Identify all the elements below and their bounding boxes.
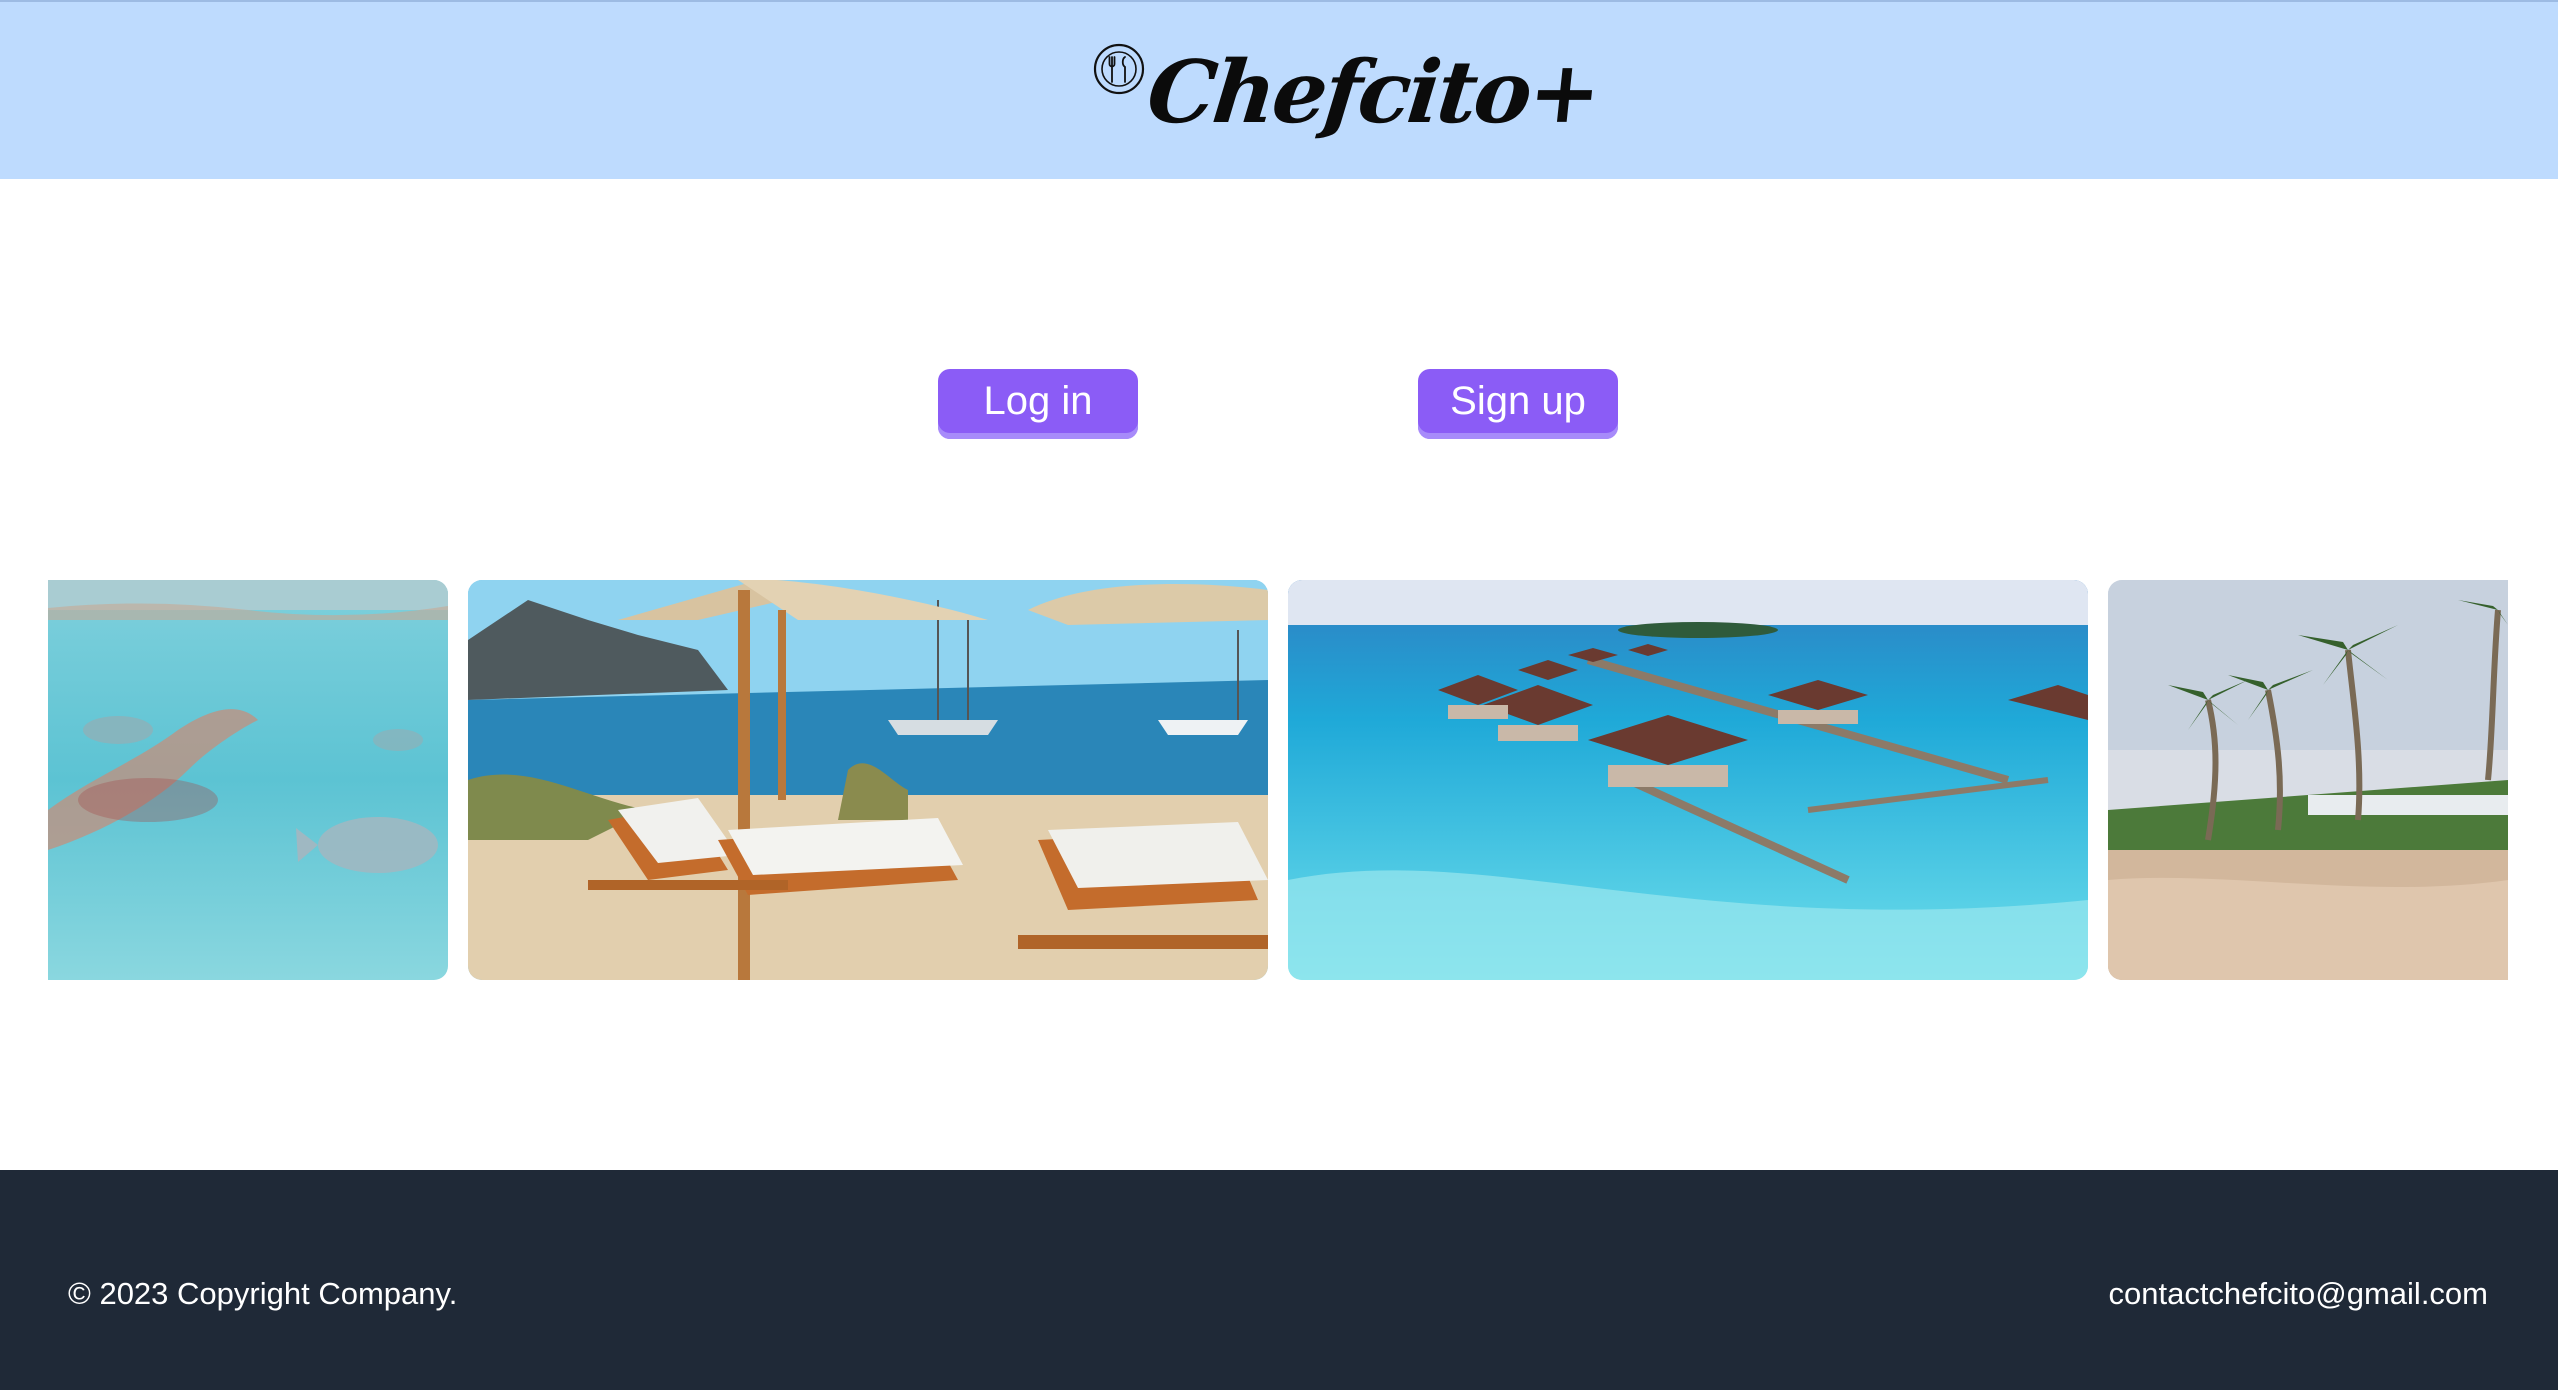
underwater-image [48, 580, 448, 980]
image-carousel[interactable] [48, 580, 2508, 980]
signup-button[interactable]: Sign up [1418, 369, 1618, 439]
login-button[interactable]: Log in [938, 369, 1138, 439]
carousel-slide-beach-loungers[interactable] [468, 580, 1268, 980]
site-footer: © 2023 Copyright Company. contactchefcit… [0, 1170, 2558, 1390]
brand-logo[interactable]: Chefcito+ [1092, 38, 1603, 158]
beach-loungers-image [468, 580, 1268, 980]
plate-utensils-icon [1093, 43, 1145, 95]
contact-email-link[interactable]: contactchefcito@gmail.com [2108, 1276, 2488, 1312]
carousel-slide-overwater-bungalows[interactable] [1288, 580, 2088, 980]
top-header: Chefcito+ [0, 0, 2558, 179]
carousel-slide-underwater[interactable] [48, 580, 448, 980]
brand-name: Chefcito+ [1142, 42, 1604, 143]
copyright-text: © 2023 Copyright Company. [68, 1276, 458, 1311]
page: Chefcito+ Log in Sign up © 2023 Copyrigh… [0, 0, 2558, 1390]
palm-beach-image [2108, 580, 2508, 980]
carousel-slide-palm-beach[interactable] [2108, 580, 2508, 980]
overwater-bungalows-image [1288, 580, 2088, 980]
